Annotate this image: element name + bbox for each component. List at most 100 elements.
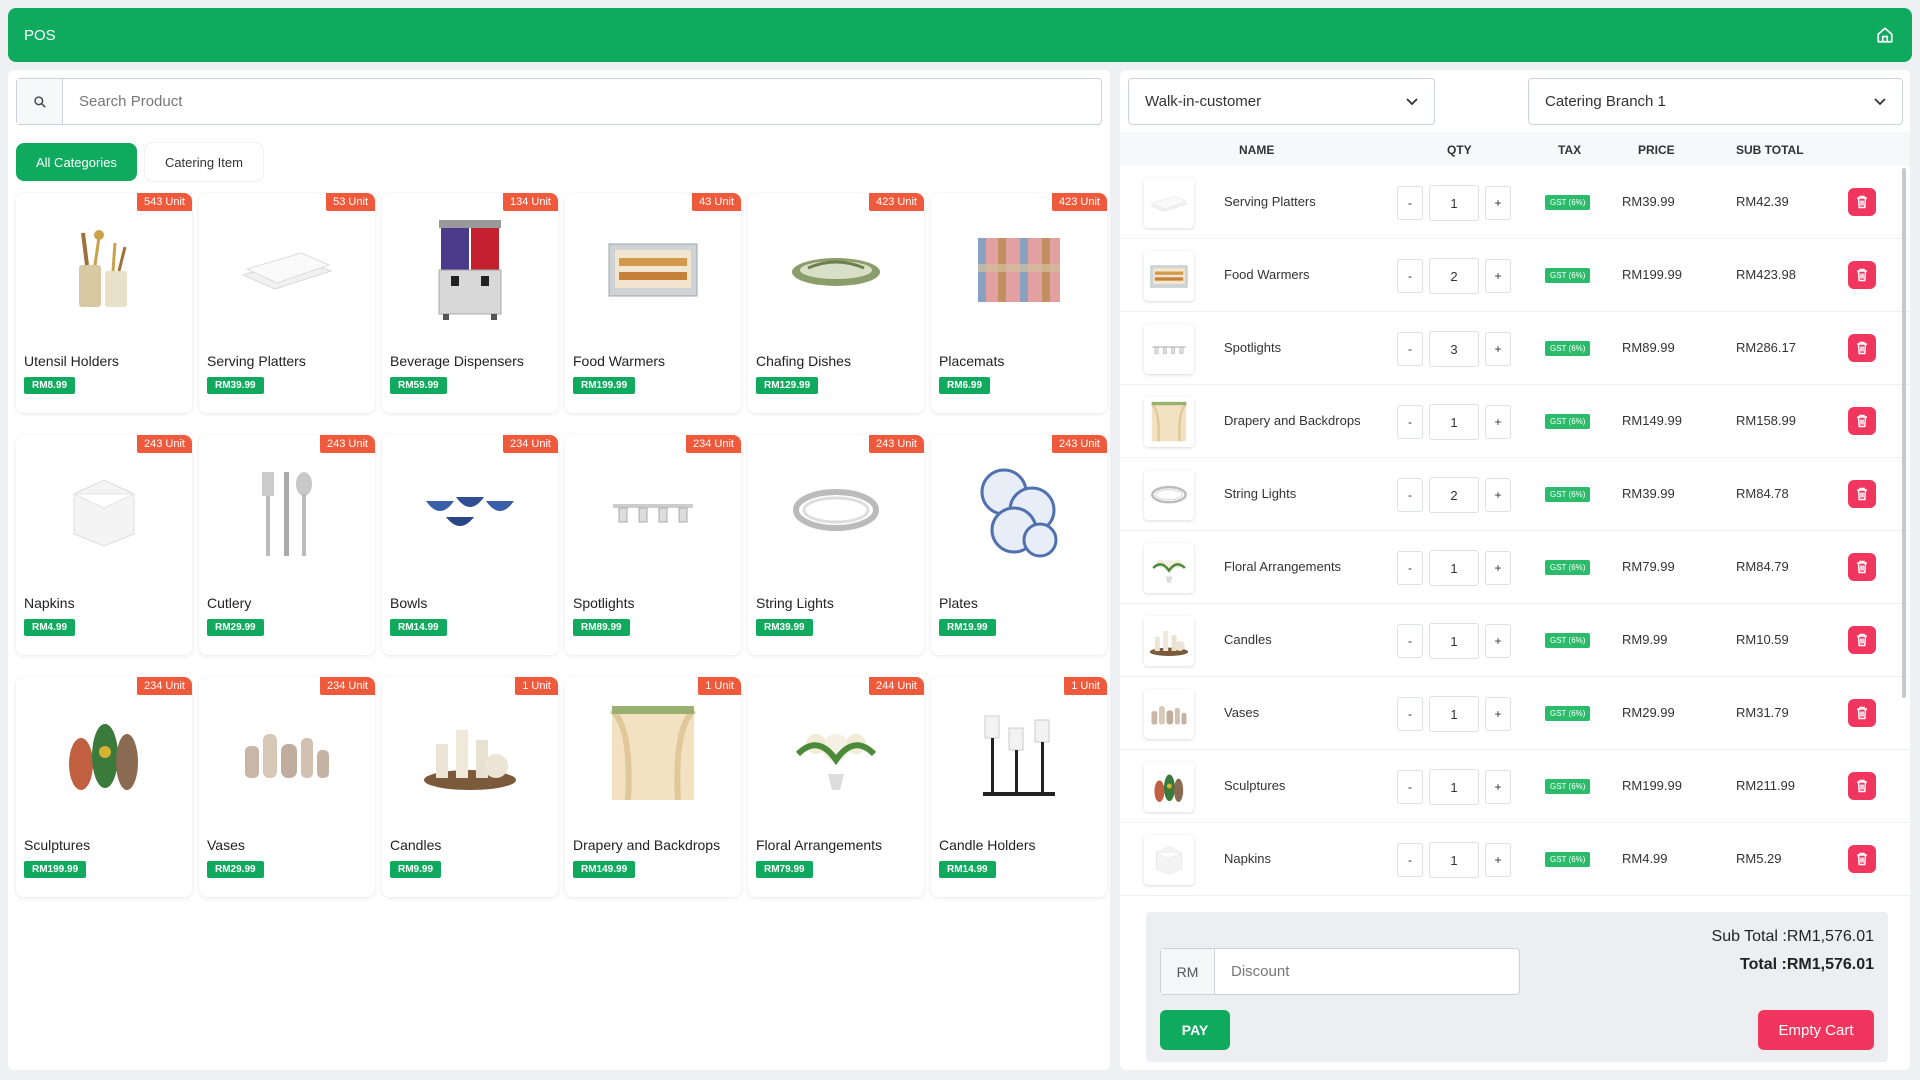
- product-card[interactable]: 243 Unit Plates RM19.99: [931, 435, 1107, 655]
- home-icon[interactable]: [1874, 24, 1896, 46]
- customer-select-value: Walk-in-customer: [1145, 93, 1262, 110]
- product-card[interactable]: 243 Unit String Lights RM39.99: [748, 435, 924, 655]
- napkin-icon: [1144, 835, 1194, 885]
- quantity-input[interactable]: [1429, 842, 1479, 878]
- sculpture-icon: [1144, 762, 1194, 812]
- empty-cart-button[interactable]: Empty Cart: [1758, 1010, 1874, 1050]
- quantity-input[interactable]: [1429, 550, 1479, 586]
- quantity-input[interactable]: [1429, 258, 1479, 294]
- product-price: RM199.99: [573, 377, 636, 394]
- decrement-button[interactable]: -: [1397, 259, 1423, 293]
- stock-badge: 43 Unit: [692, 193, 741, 211]
- decrement-button[interactable]: -: [1397, 332, 1423, 366]
- product-name: Serving Platters: [207, 353, 306, 369]
- decrement-button[interactable]: -: [1397, 770, 1423, 804]
- branch-select-value: Catering Branch 1: [1545, 93, 1666, 110]
- quantity-stepper: -+: [1397, 550, 1511, 586]
- stock-badge: 1 Unit: [515, 677, 558, 695]
- increment-button[interactable]: +: [1485, 332, 1511, 366]
- trash-icon[interactable]: [1848, 188, 1876, 216]
- increment-button[interactable]: +: [1485, 551, 1511, 585]
- increment-button[interactable]: +: [1485, 624, 1511, 658]
- trash-icon[interactable]: [1848, 699, 1876, 727]
- product-card[interactable]: 134 Unit Beverage Dispensers RM59.99: [382, 193, 558, 413]
- increment-button[interactable]: +: [1485, 770, 1511, 804]
- cart-item-subtotal: RM42.39: [1736, 194, 1789, 209]
- decrement-button[interactable]: -: [1397, 478, 1423, 512]
- increment-button[interactable]: +: [1485, 843, 1511, 877]
- decrement-button[interactable]: -: [1397, 697, 1423, 731]
- decrement-button[interactable]: -: [1397, 186, 1423, 220]
- branch-select[interactable]: Catering Branch 1: [1528, 78, 1903, 125]
- trash-icon[interactable]: [1848, 553, 1876, 581]
- increment-button[interactable]: +: [1485, 478, 1511, 512]
- product-card[interactable]: 243 Unit Cutlery RM29.99: [199, 435, 375, 655]
- product-card[interactable]: 243 Unit Napkins RM4.99: [16, 435, 192, 655]
- product-card[interactable]: 1 Unit Candle Holders RM14.99: [931, 677, 1107, 897]
- platter-icon: [199, 211, 375, 329]
- quantity-input[interactable]: [1429, 477, 1479, 513]
- stock-badge: 423 Unit: [1052, 193, 1107, 211]
- product-card[interactable]: 423 Unit Chafing Dishes RM129.99: [748, 193, 924, 413]
- trash-icon[interactable]: [1848, 845, 1876, 873]
- product-price: RM19.99: [939, 619, 996, 636]
- header-name: NAME: [1239, 143, 1275, 157]
- bowls-icon: [382, 453, 558, 571]
- trash-icon[interactable]: [1848, 772, 1876, 800]
- subtotal-text: Sub Total :RM1,576.01: [1711, 928, 1874, 945]
- trash-icon[interactable]: [1848, 334, 1876, 362]
- trash-icon[interactable]: [1848, 261, 1876, 289]
- quantity-input[interactable]: [1429, 185, 1479, 221]
- quantity-input[interactable]: [1429, 696, 1479, 732]
- product-price: RM59.99: [390, 377, 447, 394]
- quantity-input[interactable]: [1429, 769, 1479, 805]
- increment-button[interactable]: +: [1485, 259, 1511, 293]
- product-card[interactable]: 543 Unit Utensil Holders RM8.99: [16, 193, 192, 413]
- decrement-button[interactable]: -: [1397, 624, 1423, 658]
- stock-badge: 1 Unit: [698, 677, 741, 695]
- product-name: Vases: [207, 837, 245, 853]
- product-price: RM14.99: [939, 861, 996, 878]
- category-tab-catering[interactable]: Catering Item: [144, 143, 263, 181]
- trash-icon[interactable]: [1848, 407, 1876, 435]
- cart-item-price: RM149.99: [1622, 413, 1682, 428]
- product-card[interactable]: 234 Unit Sculptures RM199.99: [16, 677, 192, 897]
- product-card[interactable]: 1 Unit Candles RM9.99: [382, 677, 558, 897]
- quantity-input[interactable]: [1429, 623, 1479, 659]
- trash-icon[interactable]: [1848, 626, 1876, 654]
- increment-button[interactable]: +: [1485, 405, 1511, 439]
- search-input[interactable]: [63, 79, 1101, 124]
- decrement-button[interactable]: -: [1397, 405, 1423, 439]
- cart-item-price: RM199.99: [1622, 267, 1682, 282]
- product-name: Candles: [390, 837, 442, 853]
- discount-group: RM: [1160, 948, 1520, 995]
- discount-input[interactable]: [1215, 949, 1519, 994]
- decrement-button[interactable]: -: [1397, 843, 1423, 877]
- increment-button[interactable]: +: [1485, 697, 1511, 731]
- decrement-button[interactable]: -: [1397, 551, 1423, 585]
- stock-badge: 243 Unit: [869, 435, 924, 453]
- customer-select[interactable]: Walk-in-customer: [1128, 78, 1435, 125]
- trash-icon[interactable]: [1848, 480, 1876, 508]
- cart-row: Serving Platters-+GST (6%)RM39.99RM42.39: [1120, 166, 1910, 239]
- search-icon[interactable]: [17, 79, 63, 124]
- product-card[interactable]: 234 Unit Vases RM29.99: [199, 677, 375, 897]
- cart-row: Drapery and Backdrops-+GST (6%)RM149.99R…: [1120, 385, 1910, 458]
- product-card[interactable]: 234 Unit Spotlights RM89.99: [565, 435, 741, 655]
- product-price: RM129.99: [756, 377, 819, 394]
- product-name: Plates: [939, 595, 978, 611]
- cart-scrollbar[interactable]: [1902, 168, 1906, 698]
- product-card[interactable]: 1 Unit Drapery and Backdrops RM149.99: [565, 677, 741, 897]
- category-tab-all[interactable]: All Categories: [16, 143, 137, 181]
- vases-icon: [199, 695, 375, 813]
- cart-item-name: Food Warmers: [1224, 267, 1310, 282]
- quantity-input[interactable]: [1429, 331, 1479, 367]
- product-card[interactable]: 43 Unit Food Warmers RM199.99: [565, 193, 741, 413]
- increment-button[interactable]: +: [1485, 186, 1511, 220]
- product-card[interactable]: 53 Unit Serving Platters RM39.99: [199, 193, 375, 413]
- product-card[interactable]: 244 Unit Floral Arrangements RM79.99: [748, 677, 924, 897]
- quantity-input[interactable]: [1429, 404, 1479, 440]
- pay-button[interactable]: PAY: [1160, 1010, 1230, 1050]
- product-card[interactable]: 423 Unit Placemats RM6.99: [931, 193, 1107, 413]
- product-card[interactable]: 234 Unit Bowls RM14.99: [382, 435, 558, 655]
